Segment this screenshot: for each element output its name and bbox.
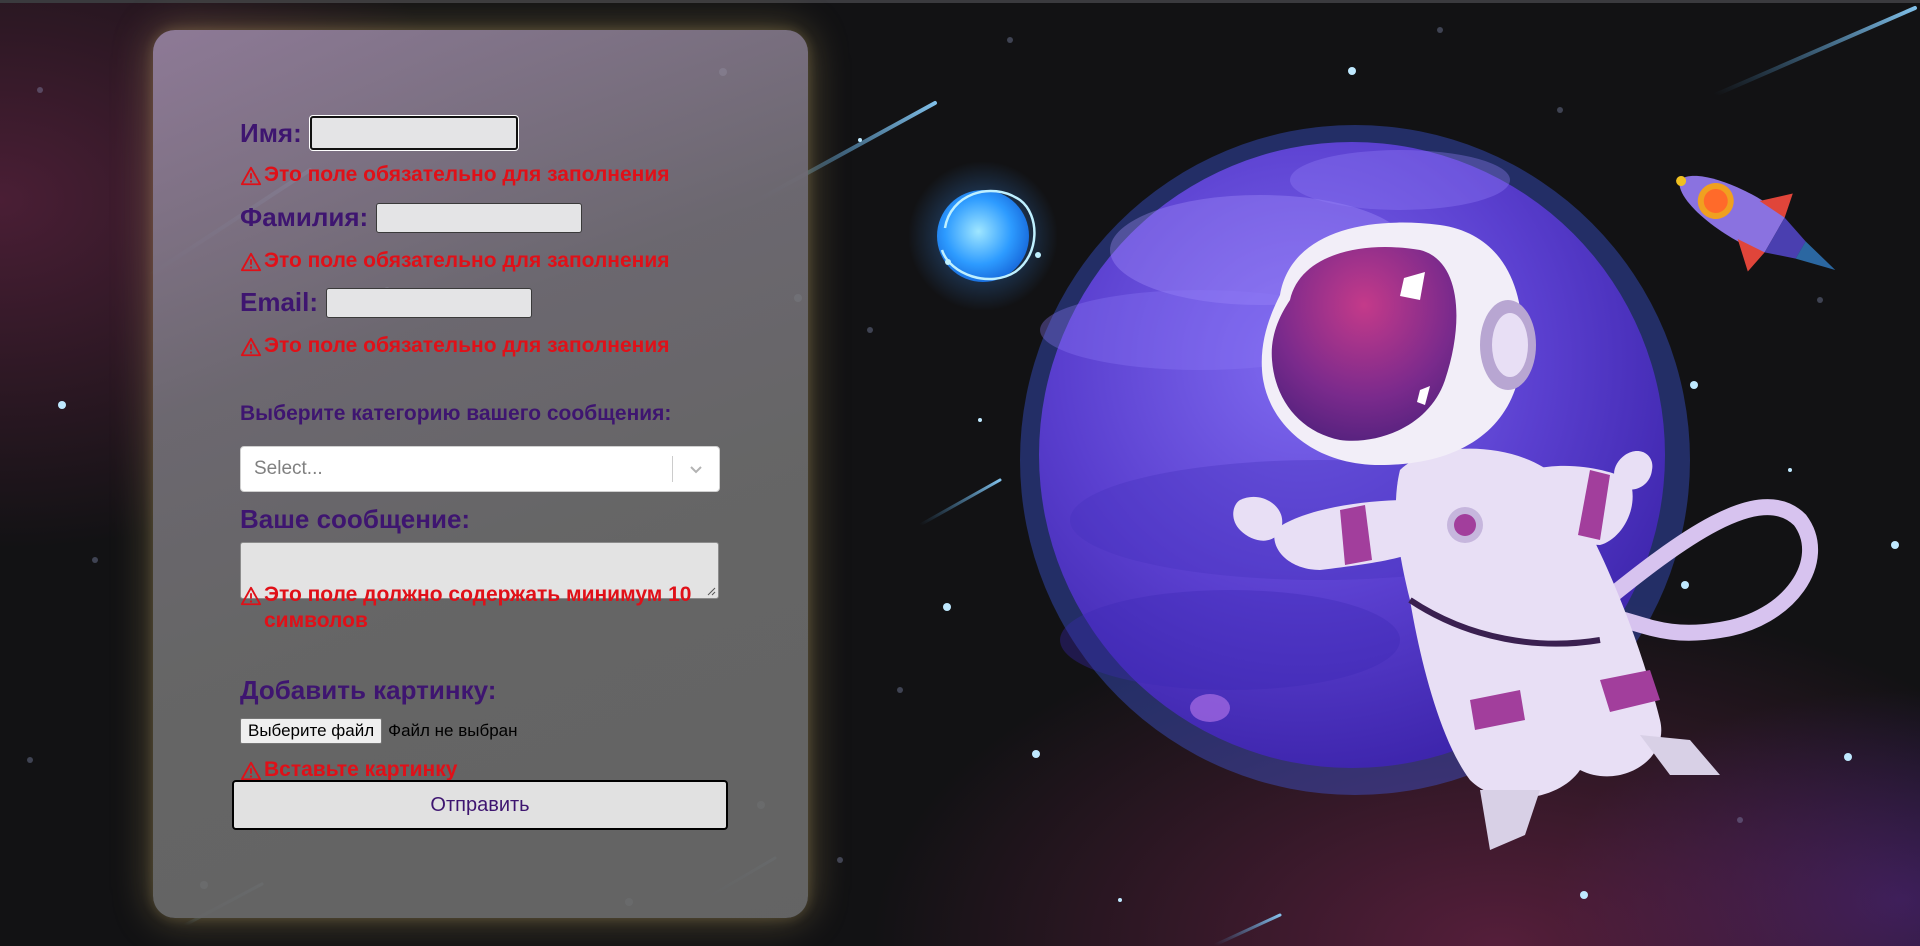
email-error-text: Это поле обязательно для заполнения: [264, 334, 670, 357]
email-label: Email:: [240, 287, 319, 317]
first-name-row: Имя:: [240, 116, 518, 150]
first-name-label: Имя:: [240, 117, 302, 148]
message-error: Это поле должно содержать минимум 10 сим…: [240, 582, 720, 634]
email-row: Email:: [240, 287, 533, 318]
first-name-input[interactable]: [309, 116, 518, 150]
last-name-error: Это поле обязательно для заполнения: [240, 248, 670, 274]
submit-button[interactable]: Отправить: [232, 780, 728, 830]
rocket: [1676, 175, 1836, 272]
first-name-error: Это поле обязательно для заполнения: [240, 162, 670, 188]
message-label: Ваше сообщение:: [240, 504, 471, 534]
email-error: Это поле обязательно для заполнения: [240, 333, 670, 359]
last-name-error-text: Это поле обязательно для заполнения: [264, 249, 670, 272]
message-error-text: Это поле должно содержать минимум 10 сим…: [264, 583, 692, 632]
add-image-label: Добавить картинку:: [240, 675, 497, 705]
first-name-error-text: Это поле обязательно для заполнения: [264, 163, 670, 186]
warning-triangle-icon: [240, 761, 262, 781]
warning-triangle-icon: [240, 166, 262, 186]
category-label: Выберите категорию вашего сообщения:: [240, 402, 672, 425]
category-select-placeholder: Select...: [254, 458, 323, 479]
warning-triangle-icon: [240, 252, 262, 272]
blue-orb-planet: [908, 161, 1058, 311]
warning-triangle-icon: [240, 586, 262, 606]
email-input[interactable]: [326, 287, 533, 318]
choose-file-button[interactable]: Выберите файл: [240, 718, 383, 744]
chevron-down-icon[interactable]: [673, 446, 719, 492]
contact-form: Имя: Это поле обязательно для заполнения…: [153, 30, 808, 918]
last-name-row: Фамилия:: [240, 202, 583, 233]
warning-triangle-icon: [240, 337, 262, 357]
file-status: Файл не выбран: [388, 721, 518, 740]
last-name-label: Фамилия:: [240, 202, 369, 232]
category-select[interactable]: Select...: [240, 446, 720, 492]
file-picker: Выберите файл Файл не выбран: [240, 718, 518, 744]
last-name-input[interactable]: [376, 202, 583, 233]
